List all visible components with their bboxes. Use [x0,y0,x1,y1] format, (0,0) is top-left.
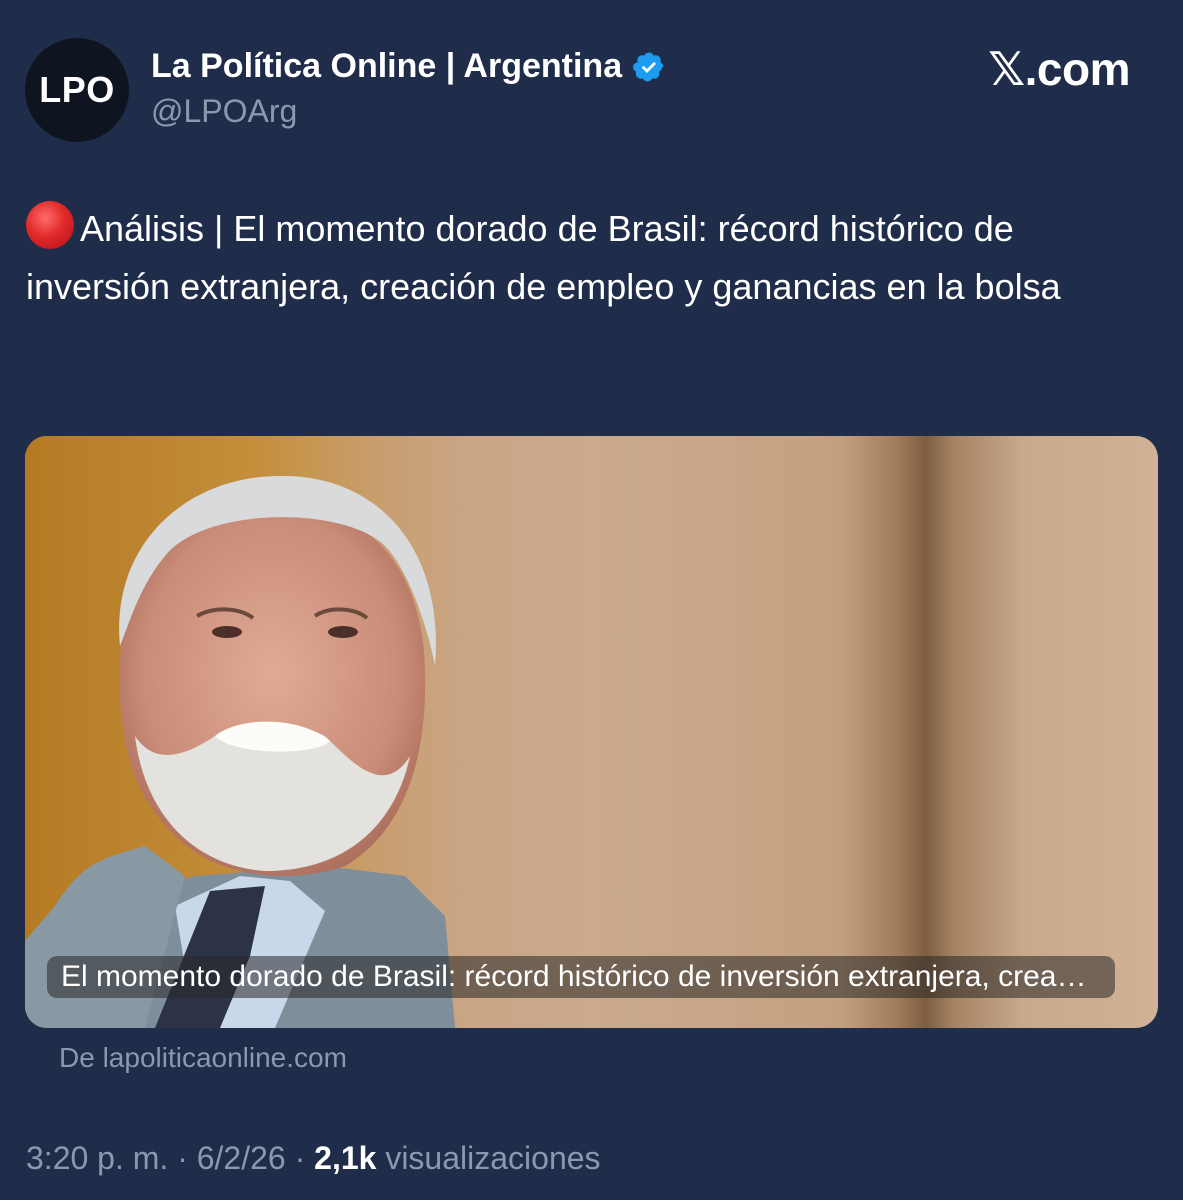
x-logo: 𝕏.com [988,43,1130,95]
avatar-text: LPO [39,69,115,110]
tweet-time[interactable]: 3:20 p. m. [26,1140,168,1176]
author-name-row: La Política Online | Argentina [151,47,666,86]
card-source[interactable]: De lapoliticaonline.com [59,1042,347,1074]
author-handle[interactable]: @LPOArg [151,93,297,130]
red-circle-icon [26,201,74,249]
avatar[interactable]: LPO [25,38,129,142]
verified-badge-icon [633,51,664,82]
tweet-meta: 3:20 p. m. · 6/2/26 · 2,1k visualizacion… [26,1140,601,1177]
tweet-date[interactable]: 6/2/26 [197,1140,286,1176]
tweet-text: Análisis | El momento dorado de Brasil: … [26,200,1166,316]
display-name[interactable]: La Política Online | Argentina [151,47,622,86]
views-label: visualizaciones [376,1140,601,1176]
tweet-body: Análisis | El momento dorado de Brasil: … [26,208,1061,307]
meta-separator: · [168,1140,197,1176]
meta-separator: · [285,1140,315,1176]
link-card[interactable]: El momento dorado de Brasil: récord hist… [25,436,1158,1028]
card-caption: El momento dorado de Brasil: récord hist… [47,956,1115,998]
views-count: 2,1k [314,1140,377,1176]
article-photo [25,436,485,1028]
